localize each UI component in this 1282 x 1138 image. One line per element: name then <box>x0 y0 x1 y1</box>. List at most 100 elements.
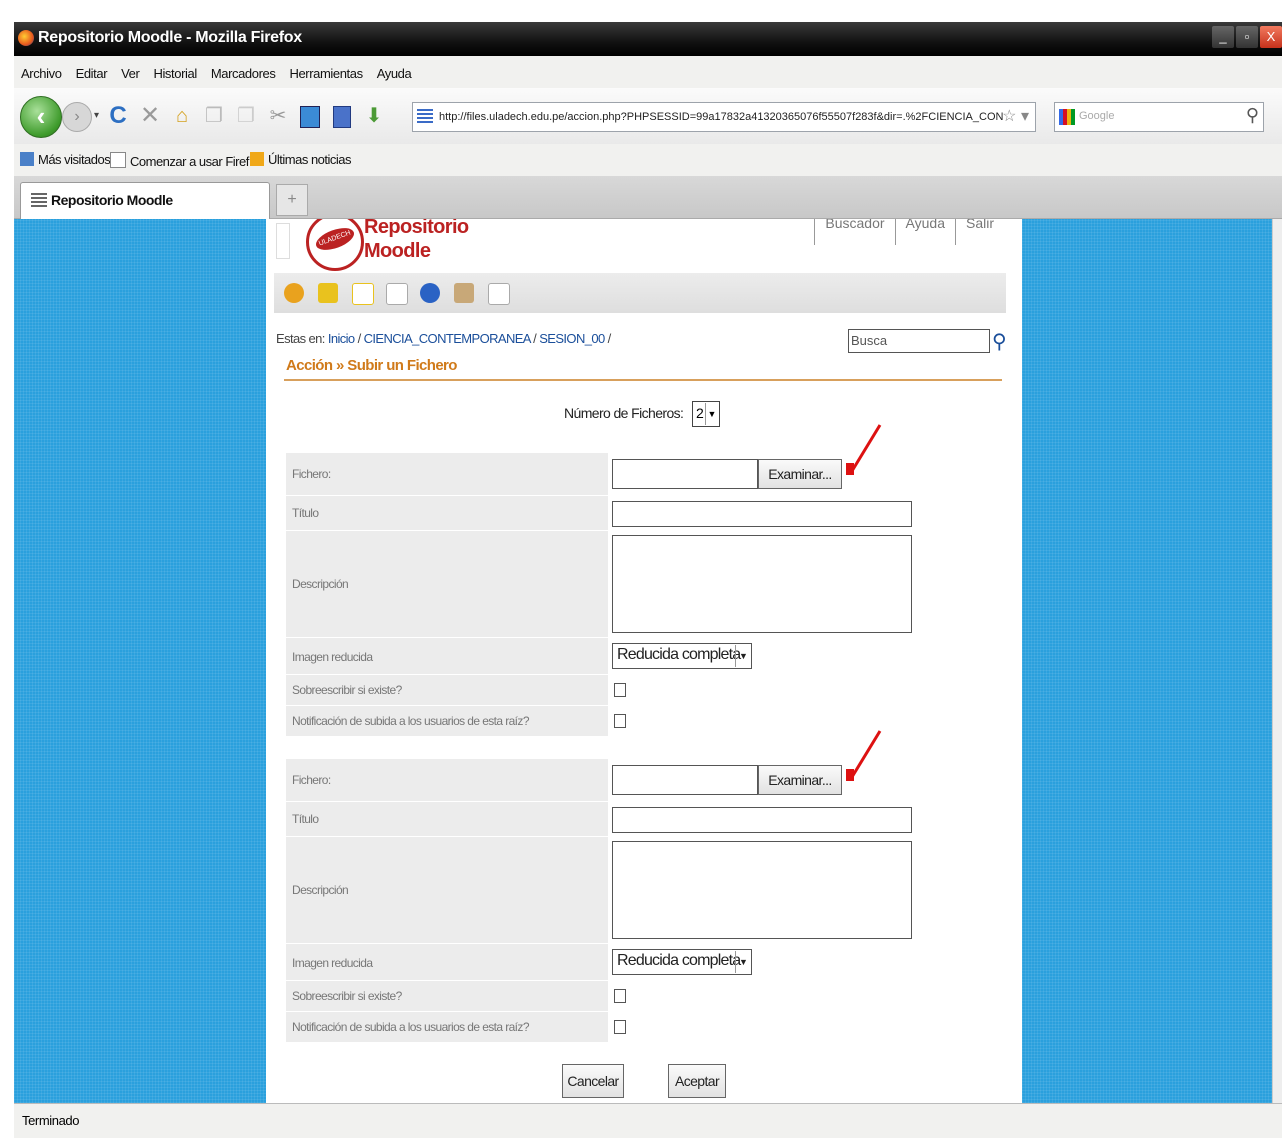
menu-bar: Archivo Editar Ver Historial Marcadores Herra… <box>14 56 1282 89</box>
arrow-head <box>846 463 854 475</box>
row-titulo: Título <box>286 802 608 837</box>
bookmark-ultimas-noticias[interactable]: Últimas noticias <box>250 152 352 167</box>
menu-archivo[interactable]: Archivo <box>21 66 62 81</box>
breadcrumb-separator: / <box>604 331 612 346</box>
bookmark-icon[interactable] <box>328 102 356 130</box>
bookmark-mas-visitados[interactable]: Más visitados <box>20 152 111 167</box>
notify-checkbox-2[interactable] <box>614 1020 626 1034</box>
star-icon[interactable]: ☆ ▾ <box>1002 103 1029 131</box>
window-title: Repositorio Moodle - Mozilla Firefox <box>38 29 302 46</box>
reload-icon[interactable]: C <box>104 102 132 130</box>
titulo-label: Título <box>292 506 319 520</box>
history-dropdown-icon[interactable]: ▾ <box>94 110 99 121</box>
menu-marcadores[interactable]: Marcadores <box>211 66 276 81</box>
num-files-value: 2 <box>696 405 704 421</box>
breadcrumb-separator: / <box>354 331 364 346</box>
bookmark-label: Comenzar a usar Firef... <box>130 154 259 169</box>
download-icon[interactable]: ⬇ <box>360 102 388 130</box>
paste-icon[interactable]: ❐ <box>232 102 260 130</box>
uladech-logo: ULADECH <box>306 219 364 271</box>
thumbnail-value: Reducida completa <box>617 952 741 969</box>
accept-button[interactable]: Aceptar <box>668 1064 726 1098</box>
menu-historial[interactable]: Historial <box>153 66 197 81</box>
stop-icon[interactable]: ✕ <box>136 102 164 130</box>
browse-button-2[interactable]: Examinar... <box>758 765 842 795</box>
row-fichero: Fichero: <box>286 453 608 496</box>
folder-icon[interactable] <box>318 283 338 303</box>
breadcrumb-separator: / <box>530 331 540 346</box>
page-icon[interactable] <box>296 102 324 130</box>
page-icon <box>110 152 126 168</box>
file-input-2[interactable] <box>612 765 758 795</box>
vertical-scrollbar[interactable] <box>1272 219 1282 1103</box>
page-container: ULADECH Repositorio Moodle Buscador Ayuda S… <box>266 219 1022 1103</box>
chevron-down-icon: ▼ <box>735 645 750 667</box>
address-bar[interactable]: http://files.uladech.edu.pe/accion.php?P… <box>412 102 1036 132</box>
imagen-label: Imagen reducida <box>292 650 373 664</box>
breadcrumb-inicio[interactable]: Inicio <box>328 331 355 346</box>
top-links: Buscador Ayuda Salir <box>814 219 1004 255</box>
overwrite-checkbox-1[interactable] <box>614 683 626 697</box>
notify-checkbox-1[interactable] <box>614 714 626 728</box>
bookmark-comenzar[interactable]: Comenzar a usar Firef... <box>110 152 259 169</box>
arrow-line <box>850 730 882 778</box>
cancel-button[interactable]: Cancelar <box>562 1064 624 1098</box>
row-imagen: Imagen reducida <box>286 638 608 675</box>
browse-button-1[interactable]: Examinar... <box>758 459 842 489</box>
new-file-icon[interactable] <box>352 283 374 305</box>
google-icon[interactable] <box>1059 109 1075 125</box>
description-textarea-2[interactable] <box>612 841 912 939</box>
globe-icon[interactable] <box>420 283 440 303</box>
close-button[interactable]: X <box>1260 26 1282 48</box>
copy-icon[interactable]: ❐ <box>200 102 228 130</box>
annotation-arrow-1 <box>846 424 882 475</box>
description-textarea-1[interactable] <box>612 535 912 633</box>
file-input-1[interactable] <box>612 459 758 489</box>
home-icon[interactable]: ⌂ <box>168 102 196 130</box>
upload-icon[interactable] <box>284 283 304 303</box>
title-input-2[interactable] <box>612 807 912 833</box>
brand-line-2: Moodle <box>364 240 431 262</box>
tab-repositorio-moodle[interactable]: Repositorio Moodle <box>20 182 270 219</box>
link-salir[interactable]: Salir <box>954 219 1004 245</box>
archive-icon[interactable] <box>454 283 474 303</box>
menu-editar[interactable]: Editar <box>76 66 108 81</box>
breadcrumb-sesion[interactable]: SESION_00 <box>539 331 605 346</box>
minimize-button[interactable]: _ <box>1212 26 1234 48</box>
link-buscador[interactable]: Buscador <box>814 219 894 245</box>
list-icon[interactable] <box>488 283 510 305</box>
bookmark-label: Últimas noticias <box>268 152 352 167</box>
chevron-down-icon: ▼ <box>705 403 718 425</box>
row-sobreescribir: Sobreescribir si existe? <box>286 675 608 706</box>
link-ayuda[interactable]: Ayuda <box>894 219 955 245</box>
row-sobreescribir: Sobreescribir si existe? <box>286 981 608 1012</box>
thumbnail-select-1[interactable]: Reducida completa ▼ <box>612 643 752 669</box>
web-search-input[interactable]: Google ⚲ <box>1054 102 1264 132</box>
imagen-label: Imagen reducida <box>292 956 373 970</box>
site-search-input[interactable]: Busca <box>848 329 990 353</box>
document-icon[interactable] <box>386 283 408 305</box>
title-input-1[interactable] <box>612 501 912 527</box>
forward-button[interactable]: › <box>62 102 92 132</box>
thumbnail-select-2[interactable]: Reducida completa ▼ <box>612 949 752 975</box>
navigation-toolbar: ‹ › ▾ C ✕ ⌂ ❐ ❐ ✂ ⬇ http://files.uladech… <box>14 88 1282 145</box>
new-tab-button[interactable]: + <box>276 184 308 216</box>
url-text: http://files.uladech.edu.pe/accion.php?P… <box>439 111 1004 123</box>
overwrite-checkbox-2[interactable] <box>614 989 626 1003</box>
search-icon[interactable]: ⚲ <box>992 329 1007 354</box>
breadcrumb-ciencia[interactable]: CIENCIA_CONTEMPORANEA <box>364 331 531 346</box>
tab-bar: Repositorio Moodle + <box>14 176 1282 219</box>
menu-herramientas[interactable]: Herramientas <box>289 66 363 81</box>
row-imagen: Imagen reducida <box>286 944 608 981</box>
cut-icon[interactable]: ✂ <box>264 102 292 130</box>
search-icon[interactable]: ⚲ <box>1246 105 1259 126</box>
back-button[interactable]: ‹ <box>20 96 62 138</box>
maximize-button[interactable]: ▫ <box>1236 26 1258 48</box>
notificacion-label: Notificación de subida a los usuarios de… <box>292 714 529 728</box>
thumbnail-value: Reducida completa <box>617 646 741 663</box>
row-titulo: Título <box>286 496 608 531</box>
num-files-select[interactable]: 2 ▼ <box>692 401 720 427</box>
menu-ver[interactable]: Ver <box>121 66 140 81</box>
menu-ayuda[interactable]: Ayuda <box>377 66 412 81</box>
site-brand: Repositorio Moodle <box>364 219 469 263</box>
